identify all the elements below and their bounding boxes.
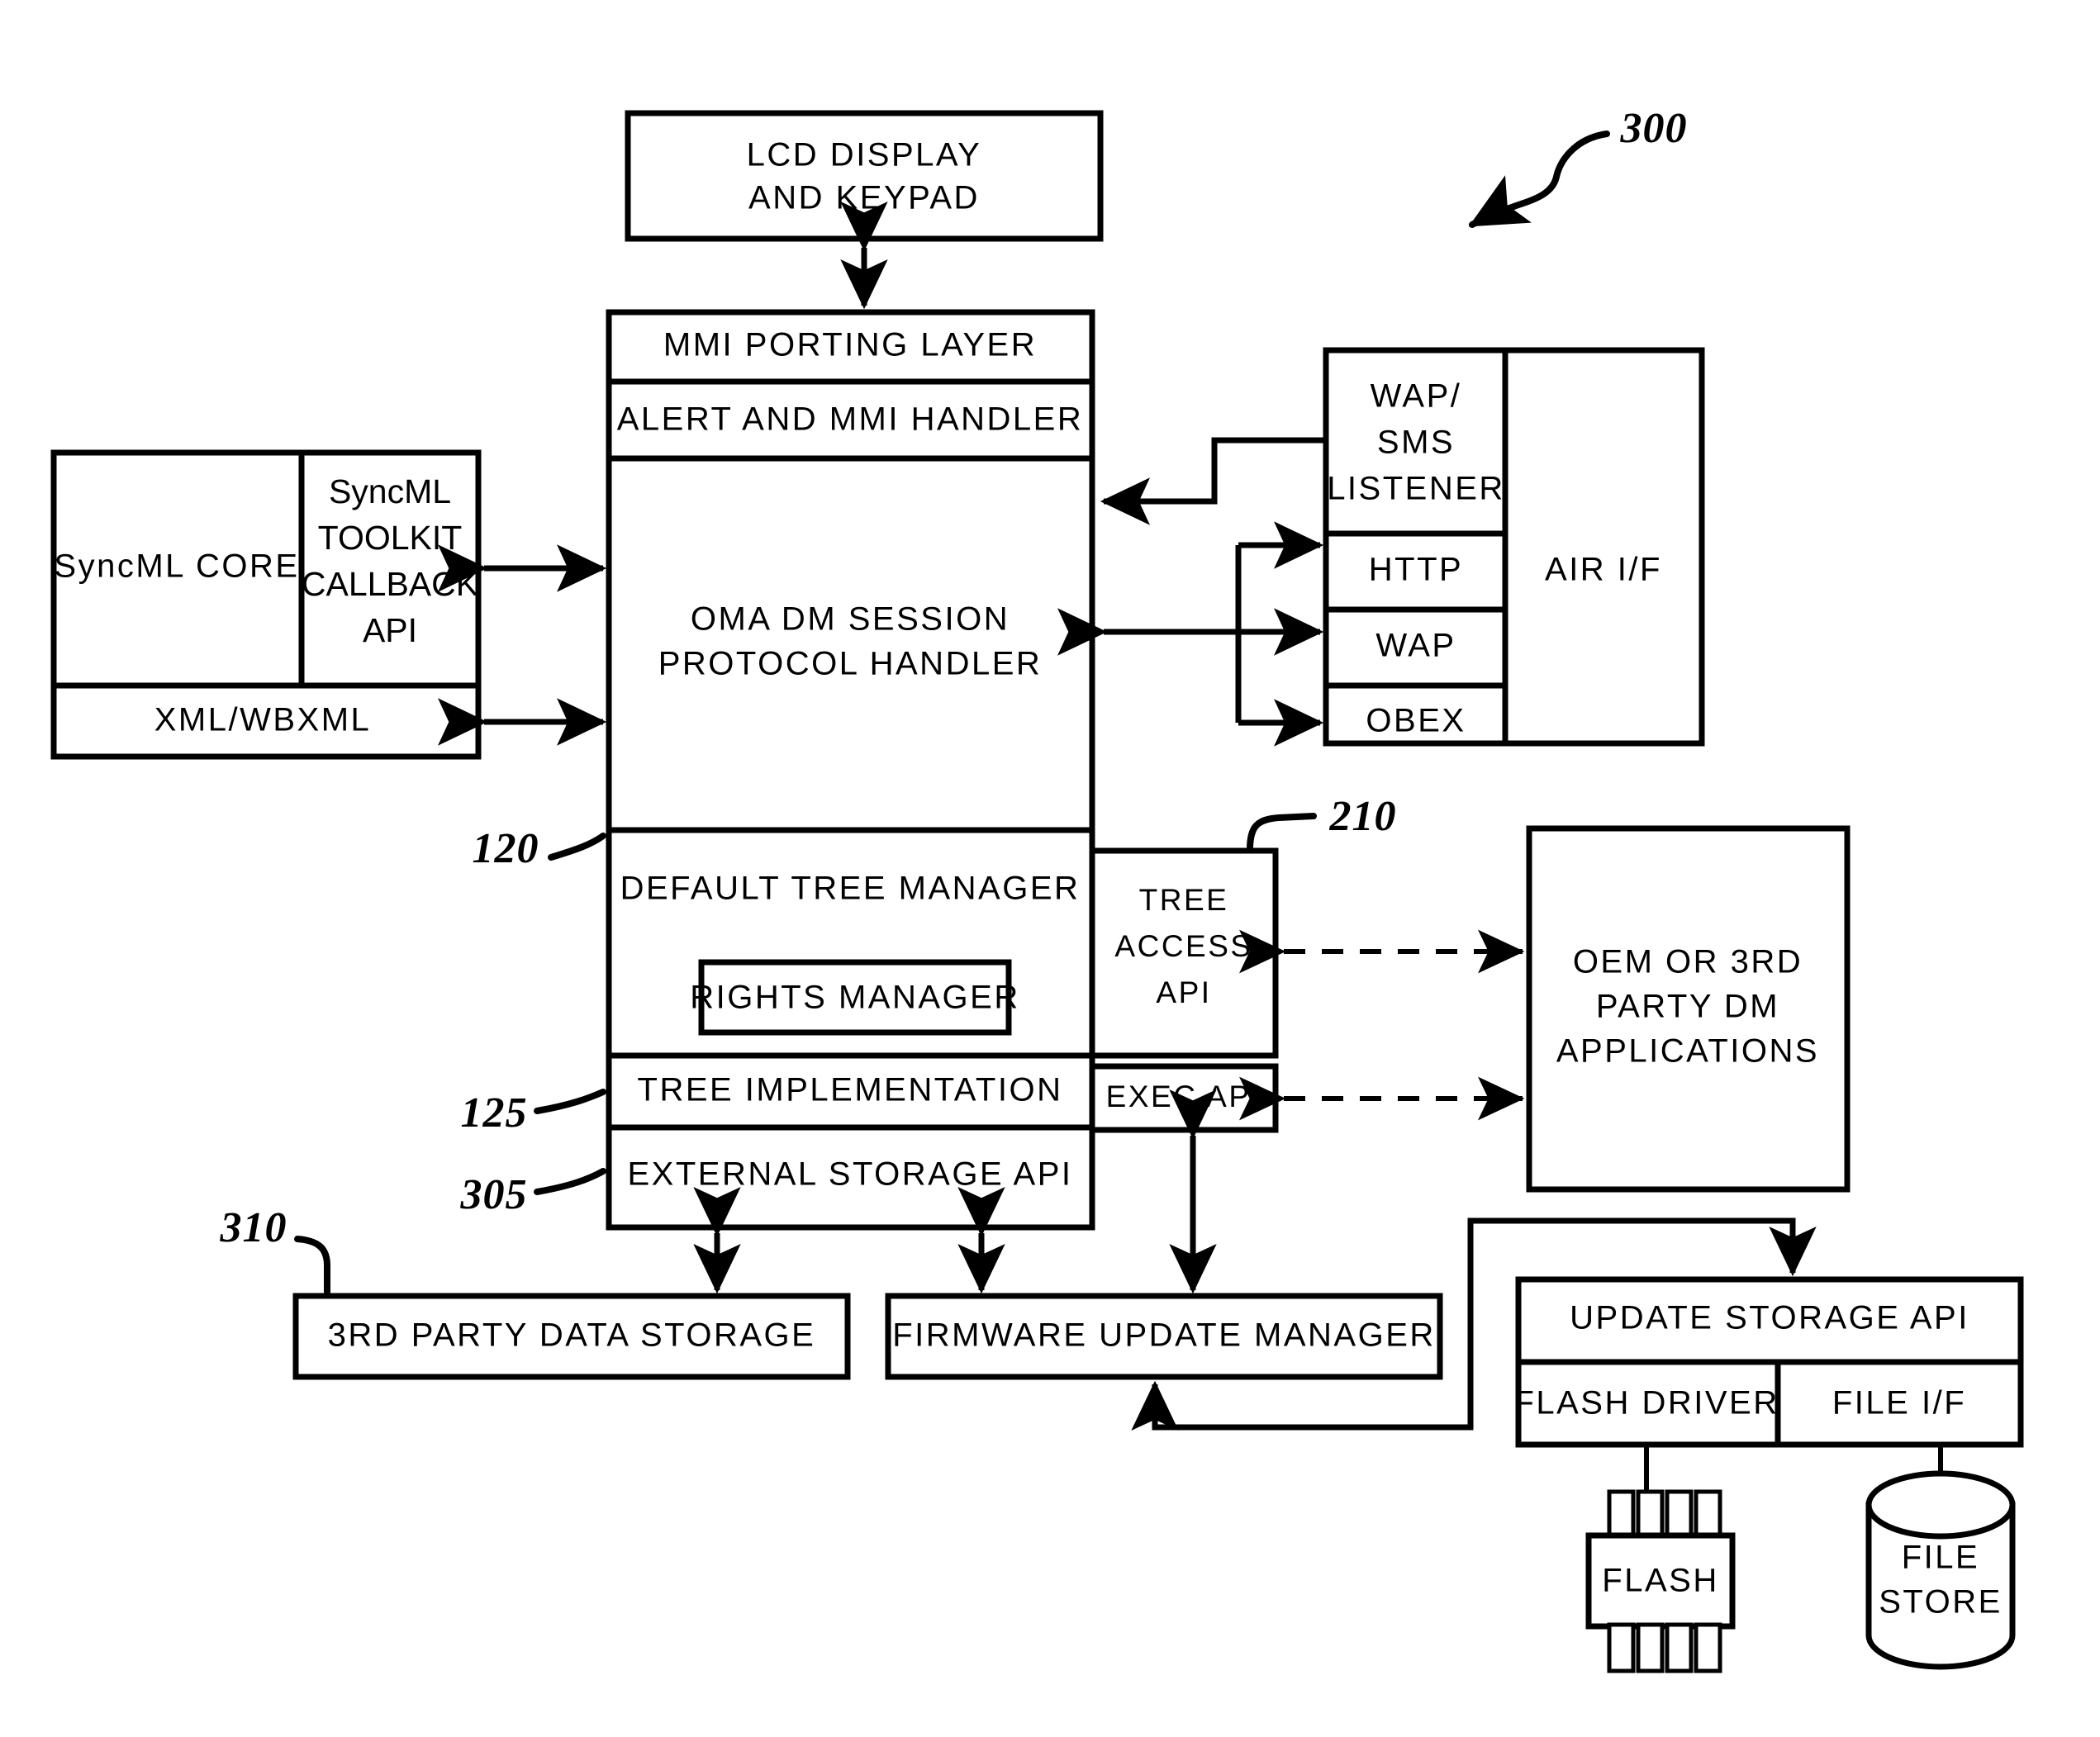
wap-label: WAP xyxy=(1375,628,1456,664)
reference-125-label: 125 xyxy=(461,1089,528,1137)
wap-sms-listener-line3: LISTENER xyxy=(1327,471,1505,507)
obex-label: OBEX xyxy=(1366,703,1466,739)
reference-210-leader xyxy=(1247,813,1317,853)
arrow-listener-to-oma xyxy=(1100,437,1326,525)
default-tree-manager-label: DEFAULT TREE MANAGER xyxy=(620,871,1081,907)
syncml-toolkit-line2: TOOLKIT xyxy=(318,519,463,557)
tree-access-api-line3: API xyxy=(1156,975,1211,1009)
reference-305-leader xyxy=(534,1168,606,1195)
wap-sms-listener-line2: SMS xyxy=(1377,425,1455,461)
third-party-data-storage-label: 3RD PARTY DATA STORAGE xyxy=(328,1317,816,1354)
reference-305-label: 305 xyxy=(460,1171,528,1218)
bus-oma-to-transports xyxy=(1057,521,1324,747)
syncml-toolkit-line4: API xyxy=(363,611,417,649)
lcd-display-line1: LCD DISPLAY xyxy=(747,137,982,173)
lcd-display-line2: AND KEYPAD xyxy=(748,180,980,216)
tree-implementation-label: TREE IMPLEMENTATION xyxy=(638,1072,1063,1108)
reference-300-leader xyxy=(1468,131,1610,228)
tree-access-api-line2: ACCESS xyxy=(1114,929,1252,963)
reference-310-leader xyxy=(294,1236,330,1295)
external-storage-api-label: EXTERNAL STORAGE API xyxy=(627,1156,1072,1193)
firmware-update-manager-label: FIRMWARE UPDATE MANAGER xyxy=(892,1317,1436,1354)
reference-310-label: 310 xyxy=(220,1204,287,1251)
syncml-toolkit-line1: SyncML xyxy=(329,472,451,510)
syncml-toolkit-line3: CALLBACK xyxy=(302,565,478,603)
diagram-canvas: 300 LCD DISPLAY AND KEYPAD MMI PORTING L… xyxy=(50,105,2024,1673)
flash-chip xyxy=(1585,1445,1736,1673)
oem-dm-applications-line3: APPLICATIONS xyxy=(1556,1033,1819,1070)
mmi-porting-layer-label: MMI PORTING LAYER xyxy=(663,327,1037,363)
oma-dm-session-line1: OMA DM SESSION xyxy=(691,601,1010,638)
rights-manager-label: RIGHTS MANAGER xyxy=(690,980,1019,1016)
exec-api-label: EXEC API xyxy=(1106,1080,1262,1113)
flash-driver-label: FLASH DRIVER xyxy=(1513,1385,1779,1421)
reference-210-label: 210 xyxy=(1329,793,1397,840)
air-if-label: AIR I/F xyxy=(1545,552,1662,588)
xml-wbxml-label: XML/WBXML xyxy=(154,702,372,738)
oma-dm-session-line2: PROTOCOL HANDLER xyxy=(658,646,1043,682)
reference-120-leader xyxy=(548,833,606,861)
tree-access-api-line1: TREE xyxy=(1139,883,1229,917)
wap-sms-listener-line1: WAP/ xyxy=(1371,378,1462,415)
file-if-label: FILE I/F xyxy=(1832,1385,1966,1421)
http-label: HTTP xyxy=(1369,552,1463,588)
patent-figure: 300 LCD DISPLAY AND KEYPAD MMI PORTING L… xyxy=(0,0,2100,1737)
flash-label: FLASH xyxy=(1602,1563,1718,1599)
syncml-core-label: SyncML CORE xyxy=(54,548,299,585)
reference-125-leader xyxy=(534,1089,606,1114)
reference-120-label: 120 xyxy=(473,825,539,872)
alert-and-mmi-handler-label: ALERT AND MMI HANDLER xyxy=(617,401,1083,438)
file-store-line2: STORE xyxy=(1879,1584,2003,1621)
update-storage-api-label: UPDATE STORAGE API xyxy=(1570,1300,1969,1336)
file-store-line1: FILE xyxy=(1902,1540,1979,1576)
lcd-display-block xyxy=(625,110,1104,242)
route-firmware-to-update-storage xyxy=(1467,1217,1817,1277)
oem-dm-applications-line2: PARTY DM xyxy=(1596,989,1779,1025)
reference-300-label: 300 xyxy=(1620,105,1688,152)
oem-dm-applications-line1: OEM OR 3RD xyxy=(1573,944,1803,980)
